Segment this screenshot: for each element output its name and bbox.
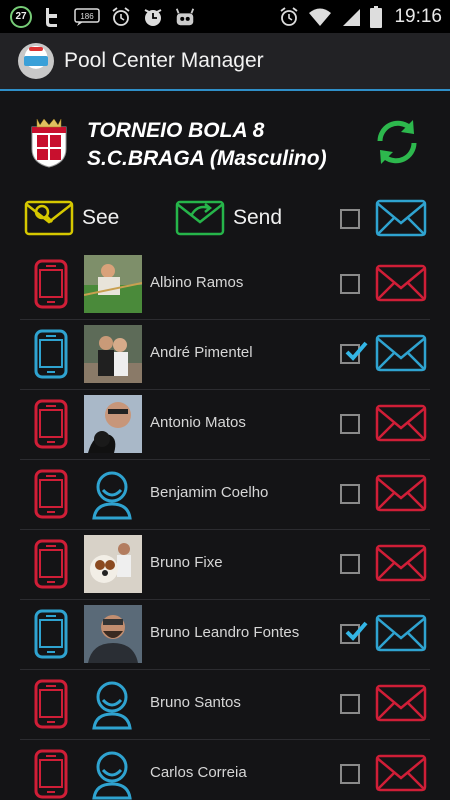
see-button[interactable]: See <box>24 200 119 236</box>
contact-name: Bruno Leandro Fontes <box>150 624 300 641</box>
contact-checkbox[interactable] <box>340 341 368 364</box>
app-bar: Pool Center Manager <box>0 33 450 91</box>
signal-icon <box>340 6 362 28</box>
mail-icon[interactable] <box>375 404 427 442</box>
mail-icon[interactable] <box>375 544 427 582</box>
contact-photo <box>84 395 142 453</box>
contact-photo <box>84 605 142 663</box>
contact-name: André Pimentel <box>150 344 253 361</box>
contact-name: Albino Ramos <box>150 274 244 291</box>
contact-photo <box>84 255 142 313</box>
status-bar: 27 186 19:16 <box>0 0 450 33</box>
phone-icon <box>34 539 68 589</box>
contact-checkbox[interactable] <box>340 274 360 294</box>
checkmark-icon <box>345 341 368 361</box>
tournament-title-line1: TORNEIO BOLA 8 <box>87 119 265 142</box>
checkmark-icon <box>345 621 368 641</box>
mail-icon[interactable] <box>375 754 427 792</box>
battery-icon <box>370 5 383 28</box>
contact-checkbox[interactable] <box>340 554 360 574</box>
contact-checkbox[interactable] <box>340 694 360 714</box>
contact-row[interactable]: Antonio Matos <box>0 390 450 460</box>
mail-icon[interactable] <box>375 334 427 372</box>
contact-photo <box>84 535 142 593</box>
contact-photo <box>84 325 142 383</box>
contact-row[interactable]: Bruno Leandro Fontes <box>0 600 450 670</box>
notification-badge-icon: 27 <box>10 5 32 28</box>
club-crest-icon <box>31 118 67 168</box>
wifi-icon <box>308 6 332 28</box>
mail-icon[interactable] <box>375 199 427 237</box>
phone-icon <box>34 679 68 729</box>
clock-icon <box>142 6 164 28</box>
alarm-icon <box>110 6 132 28</box>
contact-row[interactable]: Benjamim Coelho <box>0 460 450 530</box>
tournament-title-line2: S.C.BRAGA (Masculino) <box>87 147 327 170</box>
phone-icon <box>34 609 68 659</box>
contact-checkbox[interactable] <box>340 484 360 504</box>
send-button[interactable]: Send <box>175 200 282 236</box>
phone-icon <box>34 329 68 379</box>
phone-icon <box>34 399 68 449</box>
user-avatar-icon <box>92 471 132 520</box>
tournament-title: TORNEIO BOLA 8 S.C.BRAGA (Masculino) <box>87 117 327 173</box>
contact-row[interactable]: Bruno Santos <box>0 670 450 740</box>
contact-checkbox[interactable] <box>340 764 360 784</box>
contact-row[interactable]: Albino Ramos <box>0 250 450 320</box>
contact-row[interactable]: Bruno Fixe <box>0 530 450 600</box>
envelope-send-icon <box>175 200 225 236</box>
envelope-magnifier-icon <box>24 200 74 236</box>
robot-icon <box>174 6 196 28</box>
mail-icon[interactable] <box>375 684 427 722</box>
twitter-icon <box>42 6 64 28</box>
phone-icon <box>34 749 68 799</box>
send-label: Send <box>233 206 283 229</box>
see-label: See <box>82 206 120 229</box>
phone-icon <box>34 259 68 309</box>
contact-row[interactable]: André Pimentel <box>0 320 450 390</box>
sms-count: 186 <box>80 12 94 21</box>
pool-ball-logo-icon[interactable] <box>18 43 54 79</box>
user-avatar-icon <box>92 751 132 800</box>
contact-name: Bruno Santos <box>150 694 241 711</box>
mail-icon[interactable] <box>375 474 427 512</box>
mail-icon[interactable] <box>375 614 427 652</box>
alarm-icon <box>278 6 300 28</box>
bulk-actions-row: See Send <box>0 195 450 245</box>
select-all-checkbox[interactable] <box>340 209 360 229</box>
mail-icon[interactable] <box>375 264 427 302</box>
refresh-icon[interactable] <box>373 117 421 167</box>
clock-time: 19:16 <box>394 5 442 27</box>
sms-icon: 186 <box>74 6 100 28</box>
contact-row[interactable]: Carlos Correia <box>0 740 450 800</box>
contact-checkbox[interactable] <box>340 621 368 644</box>
tournament-header: TORNEIO BOLA 8 S.C.BRAGA (Masculino) <box>0 93 450 190</box>
contacts-list[interactable]: Albino Ramos André Pimentel Antonio Mato… <box>0 250 450 800</box>
contact-name: Benjamim Coelho <box>150 484 269 501</box>
app-title: Pool Center Manager <box>64 49 264 72</box>
user-avatar-icon <box>92 681 132 730</box>
phone-icon <box>34 469 68 519</box>
contact-name: Bruno Fixe <box>150 554 223 571</box>
contact-checkbox[interactable] <box>340 414 360 434</box>
contact-name: Antonio Matos <box>150 414 246 431</box>
contact-name: Carlos Correia <box>150 764 247 781</box>
